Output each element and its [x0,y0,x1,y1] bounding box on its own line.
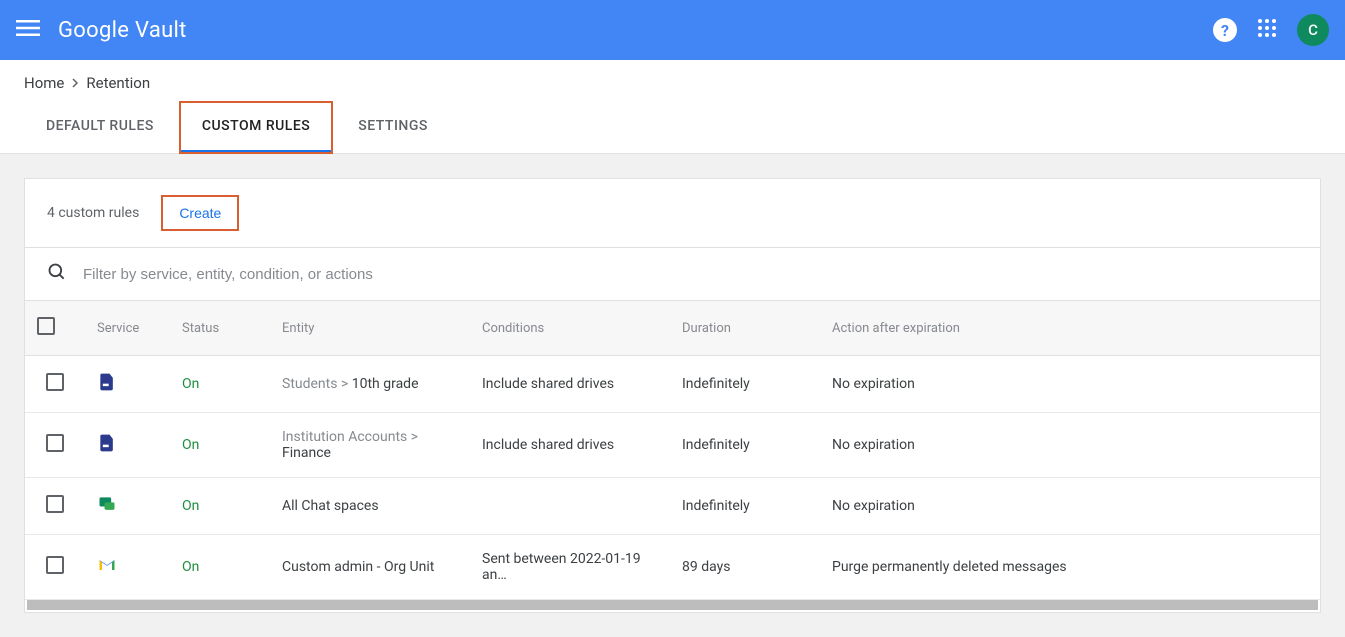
rules-card: 4 custom rules Create Service Status Ent… [24,178,1321,613]
app-logo: Google Vault [58,18,187,43]
cell-conditions: Include shared drives [482,376,614,392]
status-badge: On [182,498,199,514]
table-row[interactable]: On Students > 10th grade Include shared dr… [25,356,1320,413]
row-checkbox[interactable] [46,495,64,513]
entity-suffix: 10th grade [352,376,419,392]
cell-action: No expiration [832,437,915,453]
row-checkbox[interactable] [46,373,64,391]
tab-settings[interactable]: Settings [336,102,450,153]
cell-duration: Indefinitely [682,498,750,514]
tabs: Default Rules Custom Rules Settings [24,102,1321,153]
app-header: Google Vault ? C [0,0,1345,60]
entity-suffix: Finance [282,445,331,461]
select-all-checkbox[interactable] [37,317,55,335]
breadcrumb-current: Retention [86,74,150,92]
table-header-row: Service Status Entity Conditions Duratio… [25,301,1320,356]
create-button[interactable]: Create [163,197,237,229]
status-badge: On [182,376,199,392]
cell-action: No expiration [832,498,915,514]
horizontal-scrollbar[interactable] [27,600,1318,610]
table-row[interactable]: On All Chat spaces Indefinitely No expirati… [25,478,1320,535]
rules-table: Service Status Entity Conditions Duratio… [25,301,1320,600]
chat-icon [97,502,117,518]
status-badge: On [182,437,199,453]
row-checkbox[interactable] [46,556,64,574]
col-action[interactable]: Action after expiration [820,301,1320,356]
entity-prefix: Students > [282,376,352,392]
filter-input[interactable] [83,266,1298,283]
col-conditions[interactable]: Conditions [470,301,670,356]
cell-action: Purge permanently deleted messages [832,559,1067,575]
col-service[interactable]: Service [85,301,170,356]
avatar[interactable]: C [1297,14,1329,46]
filter-row [25,248,1320,301]
cell-conditions: Include shared drives [482,437,614,453]
breadcrumb-home[interactable]: Home [24,74,64,92]
cell-duration: Indefinitely [682,437,750,453]
header-left: Google Vault [16,16,187,44]
rules-count-label: 4 custom rules [47,205,139,221]
entity-suffix: All Chat spaces [282,498,379,514]
chevron-right-icon [70,74,80,92]
help-icon[interactable]: ? [1213,18,1237,42]
drive-icon [97,380,117,396]
table-row[interactable]: On Institution Accounts > Finance Include … [25,413,1320,478]
header-right: ? C [1213,14,1329,46]
col-status[interactable]: Status [170,301,270,356]
card-toolbar: 4 custom rules Create [25,179,1320,248]
cell-duration: 89 days [682,559,730,575]
table-row[interactable]: On Custom admin - Org Unit Sent between 20… [25,535,1320,600]
search-icon [47,262,67,286]
cell-conditions: Sent between 2022-01-19 an… [482,551,641,583]
entity-prefix: Institution Accounts > [282,429,418,445]
content-area: 4 custom rules Create Service Status Ent… [0,154,1345,637]
menu-icon[interactable] [16,16,40,44]
row-checkbox[interactable] [46,434,64,452]
status-badge: On [182,559,199,575]
cell-duration: Indefinitely [682,376,750,392]
tab-default-rules[interactable]: Default Rules [24,102,176,153]
drive-icon [97,441,117,457]
cell-action: No expiration [832,376,915,392]
entity-suffix: Custom admin - Org Unit [282,559,434,575]
gmail-icon [97,563,117,579]
subheader: Home Retention Default Rules Custom Rule… [0,60,1345,154]
tab-custom-rules[interactable]: Custom Rules [180,102,332,153]
col-duration[interactable]: Duration [670,301,820,356]
breadcrumb: Home Retention [24,60,1321,102]
col-entity[interactable]: Entity [270,301,470,356]
apps-icon[interactable] [1257,18,1277,42]
